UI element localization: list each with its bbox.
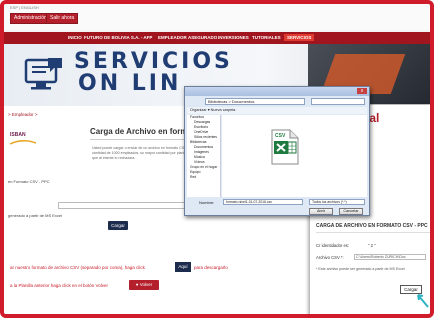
top-strip: ESP | ENGLISH Administración Salir ahora (4, 4, 430, 30)
dialog-toolbar[interactable]: Organizar ▾ Nueva carpeta (187, 107, 367, 114)
nav-tutoriales[interactable]: TUTORIALES (252, 35, 281, 40)
volver-button[interactable]: ● Volver (129, 280, 159, 290)
open-button[interactable]: Abrir (309, 208, 333, 215)
cargar-button[interactable]: Cargar (108, 221, 128, 230)
banner-title-line2: ON LIN (78, 71, 182, 96)
file-name-label: Nombre: (199, 200, 215, 205)
breadcrumb[interactable]: > Empleador > (8, 112, 38, 117)
aqui-button[interactable]: Aquí (175, 262, 191, 272)
language-links[interactable]: ESP | ENGLISH (10, 5, 39, 10)
photo-frame: ESP | ENGLISH Administración Salir ahora… (0, 0, 434, 318)
back-instruction-text: a la Planilla anterior haga click en el … (10, 283, 109, 288)
file-type-filter[interactable]: Todos los archivos (*.*) (309, 199, 365, 205)
nav-asegurado[interactable]: ASEGURADO (188, 35, 217, 40)
excel-csv-file-icon[interactable]: CSV (270, 129, 300, 165)
file-path-input[interactable] (58, 202, 188, 209)
monitor-chat-icon (24, 58, 62, 90)
identifier-label: Cr identidador es: (316, 243, 350, 248)
card-title: Carga de Archivo en form (90, 127, 188, 136)
dialog-folder-tree: Favoritos Descargas Escritorio OneDrive … (187, 115, 221, 197)
logout-button[interactable]: Salir ahora (46, 13, 79, 24)
file-type-label: CSV (275, 133, 286, 139)
dialog-path-bar[interactable]: Bibliotecas > Documentos (205, 98, 305, 105)
nav-inversiones[interactable]: INVERSIONES (218, 35, 249, 40)
dialog-file-area: CSV (222, 115, 367, 197)
nav-servicios[interactable]: SERVICIOS (284, 34, 315, 41)
csv-section-title: CARGA DE ARCHIVO EN FORMATO CSV - PPC (316, 223, 428, 229)
download-format-suffix: para descargarlo (194, 265, 228, 270)
admin-button[interactable]: Administración (10, 13, 51, 24)
dialog-close-button[interactable]: x (357, 88, 367, 94)
csv-file-label: Archivo CSV *: (316, 255, 344, 260)
generated-note: generado a partir de MS Excel (8, 213, 63, 218)
excel-note: * Este archivo puede ser generado a part… (316, 267, 405, 271)
identifier-value: " 2 " (368, 243, 376, 248)
logo-swoosh-icon (10, 140, 36, 145)
pointer-arrow-icon (417, 294, 429, 308)
file-name-input[interactable]: formato-nivel1-31-07-2016.csv (223, 199, 303, 205)
csv-file-input[interactable]: C:\Users\Roberto ZURICH\Doc (354, 254, 426, 260)
instructions-text: Usted puede cargar o enviar de un archiv… (92, 146, 191, 160)
nav-inicio[interactable]: INICIO (68, 35, 82, 40)
open-file-dialog: x Bibliotecas > Documentos Organizar ▾ N… (184, 86, 370, 216)
section-divider (316, 232, 430, 233)
nav-futuro[interactable]: FUTURO DE BOLIVIA S.A. - AFP (84, 35, 152, 40)
title-divider (90, 139, 190, 140)
dialog-search-input[interactable] (311, 98, 365, 105)
tree-item[interactable]: Red (187, 175, 220, 180)
nav-empleador[interactable]: EMPLEADOR (158, 35, 187, 40)
company-logo: ISBAN (10, 128, 36, 146)
download-format-text: ar nuestro formato de archivo CSV (separ… (10, 265, 145, 270)
main-nav: INICIO FUTURO DE BOLIVIA S.A. - AFP EMPL… (4, 32, 430, 44)
dialog-titlebar: x (185, 87, 369, 96)
file-format-label: en Formato CSV - PPC (8, 179, 50, 184)
cancel-button[interactable]: Cancelar (339, 208, 363, 215)
